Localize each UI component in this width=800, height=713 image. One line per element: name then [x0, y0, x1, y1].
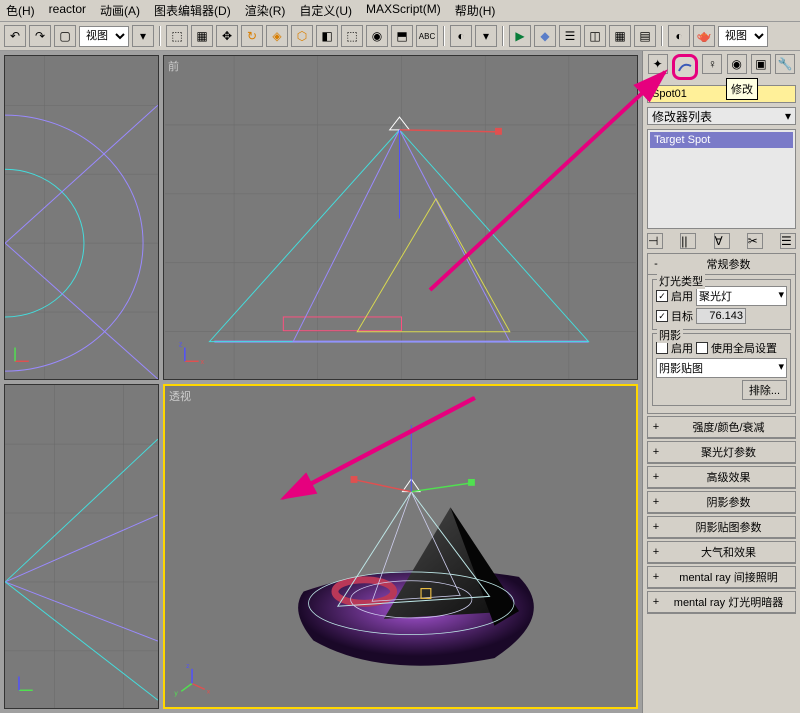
- plus-icon: +: [650, 521, 662, 533]
- tool-button[interactable]: ◧: [316, 25, 338, 47]
- snap-button[interactable]: ◉: [366, 25, 388, 47]
- group-label: 阴影: [657, 327, 683, 343]
- mirror-button[interactable]: ◐: [450, 25, 472, 47]
- tool-button[interactable]: ▤: [634, 25, 656, 47]
- rollout-header[interactable]: +高级效果: [648, 467, 795, 488]
- viewport-top[interactable]: [4, 55, 159, 380]
- display-tab[interactable]: ▣: [751, 54, 771, 74]
- tool-button[interactable]: ▦: [191, 25, 213, 47]
- global-checkbox[interactable]: [696, 342, 708, 354]
- svg-text:z: z: [179, 342, 183, 349]
- svg-text:x: x: [201, 359, 205, 366]
- rollout-header[interactable]: +mental ray 间接照明: [648, 567, 795, 588]
- plus-icon: +: [650, 496, 662, 508]
- target-checkbox[interactable]: ✓: [656, 310, 668, 322]
- render-button[interactable]: 🫖: [693, 25, 715, 47]
- svg-text:y: y: [174, 690, 178, 697]
- plus-icon: +: [650, 446, 662, 458]
- shadow-enable-checkbox[interactable]: [656, 342, 668, 354]
- exclude-button[interactable]: 排除...: [742, 380, 787, 400]
- rollout-collapsed: +聚光灯参数: [647, 441, 796, 464]
- rollout-collapsed: +阴影参数: [647, 491, 796, 514]
- menubar: 色(H) reactor 动画(A) 图表编辑器(D) 渲染(R) 自定义(U)…: [0, 0, 800, 22]
- tool-button[interactable]: ▶: [509, 25, 531, 47]
- target-distance-value: 76.143: [696, 308, 746, 324]
- stack-button[interactable]: ||: [680, 233, 696, 249]
- chevron-down-icon: ▾: [785, 109, 791, 123]
- align-button[interactable]: ▾: [475, 25, 497, 47]
- snap-button[interactable]: ⬒: [391, 25, 413, 47]
- modify-tooltip: 修改: [726, 78, 758, 100]
- viewport-left[interactable]: [4, 384, 159, 709]
- material-editor-button[interactable]: ◐: [668, 25, 690, 47]
- select-button[interactable]: ⬚: [166, 25, 188, 47]
- tool-button[interactable]: ▦: [609, 25, 631, 47]
- annotation-arrow: [400, 60, 680, 310]
- target-label: 目标: [671, 308, 693, 324]
- view-select[interactable]: 视图: [79, 26, 129, 47]
- rollout-header[interactable]: +阴影参数: [648, 492, 795, 513]
- stack-button[interactable]: ∀: [714, 233, 730, 249]
- move-button[interactable]: ✥: [216, 25, 238, 47]
- undo-button[interactable]: ↶: [4, 25, 26, 47]
- annotation-arrow: [270, 390, 490, 510]
- rollout-collapsed: +大气和效果: [647, 541, 796, 564]
- plus-icon: +: [650, 546, 662, 558]
- rollout-collapsed: +mental ray 灯光明暗器: [647, 591, 796, 614]
- svg-text:z: z: [186, 663, 190, 670]
- rollout-header[interactable]: +大气和效果: [648, 542, 795, 563]
- redo-button[interactable]: ↷: [29, 25, 51, 47]
- tool-button[interactable]: ◆: [534, 25, 556, 47]
- plus-icon: +: [650, 471, 662, 483]
- menu-item[interactable]: MAXScript(M): [366, 2, 441, 19]
- rollout-collapsed: +阴影贴图参数: [647, 516, 796, 539]
- rotate-button[interactable]: ↻: [241, 25, 263, 47]
- menu-item[interactable]: 图表编辑器(D): [154, 2, 231, 19]
- rollout-header[interactable]: +mental ray 灯光明暗器: [648, 592, 795, 613]
- tool-button[interactable]: ▾: [132, 25, 154, 47]
- link-button[interactable]: ▢: [54, 25, 76, 47]
- rollout-header[interactable]: +阴影贴图参数: [648, 517, 795, 538]
- tool-button[interactable]: ◫: [584, 25, 606, 47]
- snap-button[interactable]: ⬚: [341, 25, 363, 47]
- rollout-collapsed: +高级效果: [647, 466, 796, 489]
- menu-item[interactable]: 帮助(H): [455, 2, 496, 19]
- main-toolbar: ↶ ↷ ▢ 视图 ▾ ⬚ ▦ ✥ ↻ ◈ ⬡ ◧ ⬚ ◉ ⬒ ABC ◐ ▾ ▶…: [0, 22, 800, 51]
- viewport-label: 前: [168, 58, 179, 74]
- viewport-label: 透视: [169, 388, 191, 404]
- tool-button[interactable]: ⬡: [291, 25, 313, 47]
- global-label: 使用全局设置: [711, 340, 777, 356]
- abc-button[interactable]: ABC: [416, 25, 438, 47]
- rollout-header[interactable]: +聚光灯参数: [648, 442, 795, 463]
- svg-text:x: x: [207, 688, 211, 695]
- menu-item[interactable]: 渲染(R): [245, 2, 286, 19]
- rollout-collapsed: +mental ray 间接照明: [647, 566, 796, 589]
- menu-item[interactable]: reactor: [49, 2, 86, 19]
- light-type-select[interactable]: 聚光灯▾: [696, 286, 787, 306]
- plus-icon: +: [650, 596, 662, 608]
- plus-icon: +: [650, 421, 662, 433]
- utilities-tab[interactable]: 🔧: [775, 54, 795, 74]
- menu-item[interactable]: 色(H): [6, 2, 35, 19]
- motion-tab[interactable]: ◉: [727, 54, 747, 74]
- stack-button[interactable]: ✂: [747, 233, 763, 249]
- view-select-2[interactable]: 视图: [718, 26, 768, 47]
- menu-item[interactable]: 自定义(U): [299, 2, 352, 19]
- stack-button[interactable]: ☰: [780, 233, 796, 249]
- menu-item[interactable]: 动画(A): [100, 2, 140, 19]
- layer-button[interactable]: ☰: [559, 25, 581, 47]
- rollout-header[interactable]: +强度/颜色/衰减: [648, 417, 795, 438]
- scale-button[interactable]: ◈: [266, 25, 288, 47]
- rollout-collapsed: +强度/颜色/衰减: [647, 416, 796, 439]
- plus-icon: +: [650, 571, 662, 583]
- hierarchy-tab[interactable]: ♀: [702, 54, 722, 74]
- shadow-type-select[interactable]: 阴影贴图▾: [656, 358, 787, 378]
